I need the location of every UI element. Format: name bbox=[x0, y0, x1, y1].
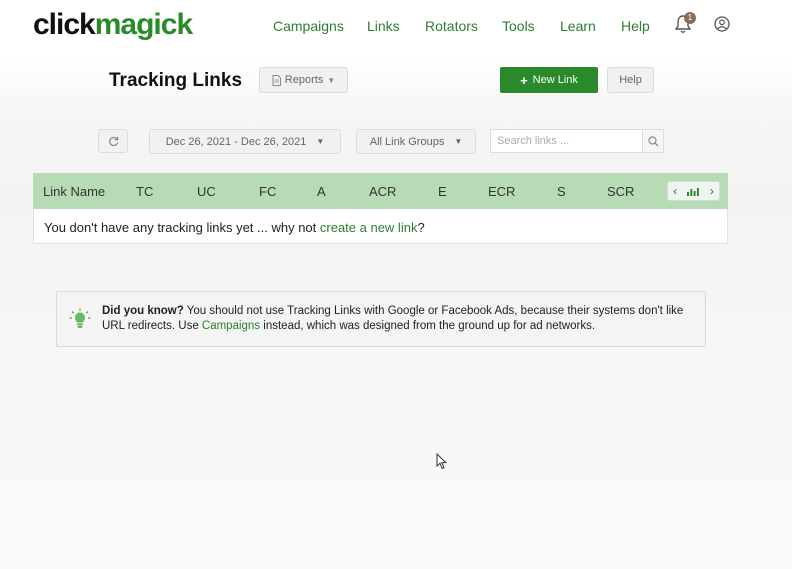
empty-message-suffix: ? bbox=[417, 220, 425, 235]
plus-icon: + bbox=[520, 72, 528, 88]
empty-message-prefix: You don't have any tracking links yet ..… bbox=[44, 220, 320, 235]
caret-down-icon: ▼ bbox=[327, 75, 336, 85]
page-title: Tracking Links bbox=[109, 70, 243, 91]
document-icon bbox=[272, 74, 281, 86]
column-header-s[interactable]: S bbox=[557, 184, 566, 199]
column-header-fc[interactable]: FC bbox=[259, 184, 276, 199]
link-group-value: All Link Groups bbox=[369, 135, 445, 148]
nav-tools[interactable]: Tools bbox=[502, 18, 535, 34]
new-link-button[interactable]: + New Link bbox=[500, 67, 598, 93]
column-header-ecr[interactable]: ECR bbox=[488, 184, 515, 199]
chevron-left-icon[interactable]: ‹ bbox=[673, 184, 677, 198]
tip-text-part2: instead, which was designed from the gro… bbox=[260, 320, 596, 332]
help-button[interactable]: Help bbox=[607, 67, 654, 93]
column-header-uc[interactable]: UC bbox=[197, 184, 216, 199]
caret-down-icon: ▼ bbox=[454, 137, 463, 146]
campaigns-link[interactable]: Campaigns bbox=[202, 320, 260, 332]
column-scroll-control: ‹ › bbox=[667, 181, 720, 201]
search-input[interactable] bbox=[490, 129, 643, 153]
column-header-e[interactable]: E bbox=[438, 184, 447, 199]
did-you-know-text: Did you know? You should not use Trackin… bbox=[102, 304, 692, 334]
reports-label: Reports bbox=[284, 74, 324, 86]
search-button[interactable] bbox=[642, 129, 664, 153]
nav-links[interactable]: Links bbox=[367, 18, 400, 34]
link-groups-dropdown[interactable]: All Link Groups ▼ bbox=[356, 129, 476, 154]
new-link-label: New Link bbox=[532, 74, 578, 86]
chevron-right-icon[interactable]: › bbox=[710, 184, 714, 198]
mouse-cursor-icon bbox=[436, 453, 448, 470]
clickmagick-logo[interactable]: clickmagick bbox=[33, 8, 193, 42]
did-you-know-box: Did you know? You should not use Trackin… bbox=[56, 291, 706, 347]
column-header-scr[interactable]: SCR bbox=[607, 184, 634, 199]
help-label: Help bbox=[619, 74, 642, 86]
lightbulb-icon bbox=[69, 308, 91, 328]
reports-button[interactable]: Reports ▼ bbox=[259, 67, 348, 93]
date-range-dropdown[interactable]: Dec 26, 2021 - Dec 26, 2021 ▼ bbox=[149, 129, 341, 154]
did-you-know-heading: Did you know? bbox=[102, 305, 184, 317]
table-header: Link Name TC UC FC A ACR E ECR S SCR bbox=[33, 173, 728, 209]
nav-rotators[interactable]: Rotators bbox=[425, 18, 478, 34]
caret-down-icon: ▼ bbox=[316, 137, 325, 146]
logo-text-magick: magick bbox=[94, 8, 193, 41]
logo-text-click: click bbox=[33, 8, 96, 41]
column-header-tc[interactable]: TC bbox=[136, 184, 153, 199]
empty-message: You don't have any tracking links yet ..… bbox=[44, 220, 425, 235]
search-icon bbox=[647, 135, 659, 147]
date-range-value: Dec 26, 2021 - Dec 26, 2021 bbox=[165, 135, 307, 148]
nav-learn[interactable]: Learn bbox=[560, 18, 596, 34]
user-circle-icon[interactable] bbox=[714, 16, 730, 32]
table-empty-row: You don't have any tracking links yet ..… bbox=[33, 209, 728, 244]
column-header-a[interactable]: A bbox=[317, 184, 326, 199]
nav-campaigns[interactable]: Campaigns bbox=[273, 18, 344, 34]
bar-chart-icon[interactable] bbox=[687, 187, 700, 196]
refresh-icon bbox=[108, 136, 118, 146]
column-header-link-name[interactable]: Link Name bbox=[43, 184, 105, 199]
notification-badge: 1 bbox=[684, 12, 696, 24]
nav-help[interactable]: Help bbox=[621, 18, 650, 34]
refresh-button[interactable] bbox=[98, 129, 128, 153]
create-new-link-link[interactable]: create a new link bbox=[320, 220, 418, 235]
column-header-acr[interactable]: ACR bbox=[369, 184, 396, 199]
